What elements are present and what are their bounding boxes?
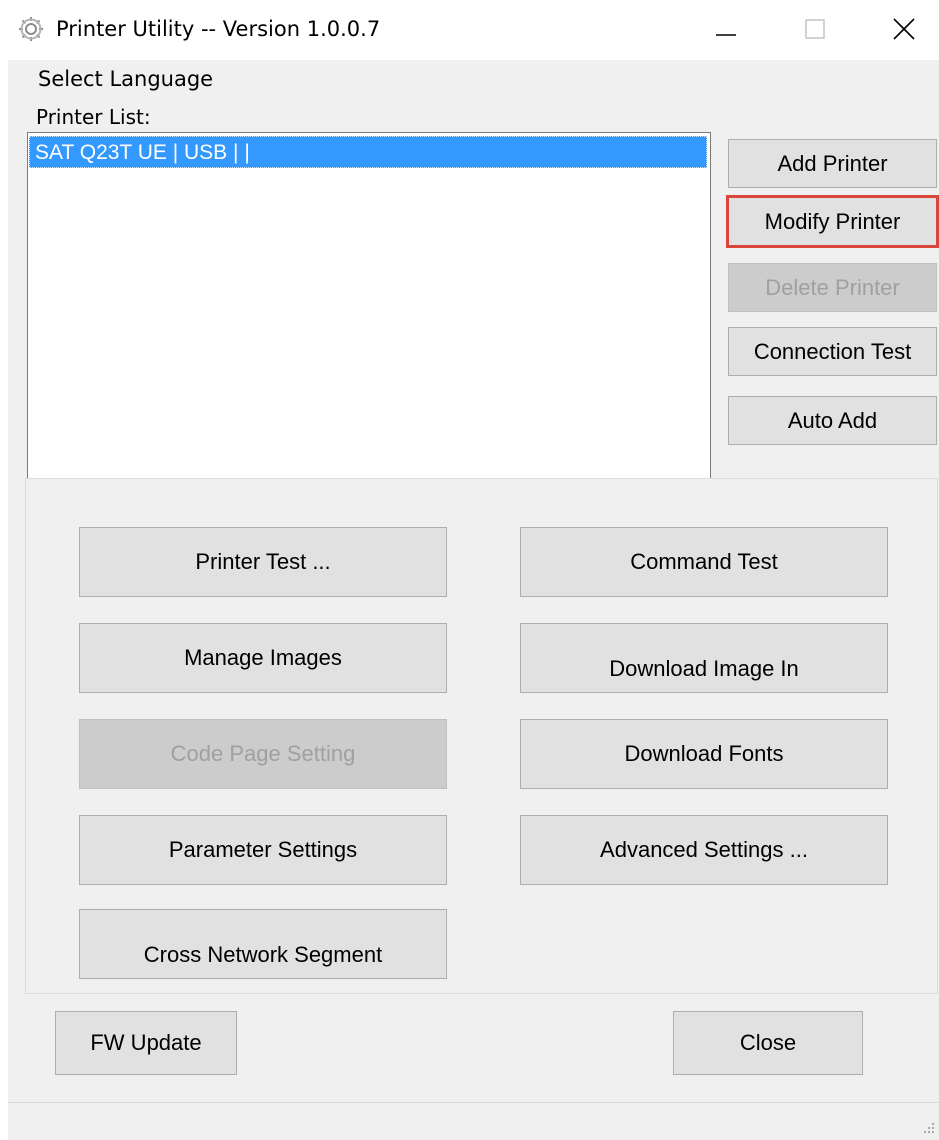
resize-grip-icon[interactable] xyxy=(922,1120,936,1134)
modify-printer-button[interactable]: Modify Printer xyxy=(726,195,939,248)
connection-test-button[interactable]: Connection Test xyxy=(728,327,937,376)
menu-select-language[interactable]: Select Language xyxy=(38,64,213,94)
printer-test-button[interactable]: Printer Test ... xyxy=(79,527,447,597)
printer-list-label: Printer List: xyxy=(36,105,151,129)
maximize-icon xyxy=(805,19,825,39)
close-button[interactable]: Close xyxy=(673,1011,863,1075)
tools-panel: Printer Test ... Command Test Manage Ima… xyxy=(25,478,938,994)
download-image-in-button[interactable]: Download Image In xyxy=(520,623,888,693)
close-icon xyxy=(893,18,915,40)
printer-list-item[interactable]: SAT Q23T UE | USB | | xyxy=(29,136,707,168)
download-fonts-button[interactable]: Download Fonts xyxy=(520,719,888,789)
window-title: Printer Utility -- Version 1.0.0.7 xyxy=(56,17,381,41)
parameter-settings-button[interactable]: Parameter Settings xyxy=(79,815,447,885)
advanced-settings-button[interactable]: Advanced Settings ... xyxy=(520,815,888,885)
printer-list[interactable]: SAT Q23T UE | USB | | xyxy=(27,132,711,497)
delete-printer-button[interactable]: Delete Printer xyxy=(728,263,937,312)
command-test-button[interactable]: Command Test xyxy=(520,527,888,597)
gear-icon xyxy=(16,14,46,44)
cross-network-segment-button[interactable]: Cross Network Segment xyxy=(79,909,447,979)
status-bar-separator xyxy=(8,1102,939,1103)
close-window-button[interactable] xyxy=(869,0,939,60)
minimize-icon xyxy=(716,34,736,36)
title-bar[interactable]: Printer Utility -- Version 1.0.0.7 xyxy=(0,0,939,60)
window-client-area: Select Language Printer List: SAT Q23T U… xyxy=(8,60,939,1140)
minimize-button[interactable] xyxy=(690,0,760,60)
manage-images-button[interactable]: Manage Images xyxy=(79,623,447,693)
auto-add-button[interactable]: Auto Add xyxy=(728,396,937,445)
add-printer-button[interactable]: Add Printer xyxy=(728,139,937,188)
code-page-setting-button[interactable]: Code Page Setting xyxy=(79,719,447,789)
maximize-button[interactable] xyxy=(779,0,849,60)
fw-update-button[interactable]: FW Update xyxy=(55,1011,237,1075)
